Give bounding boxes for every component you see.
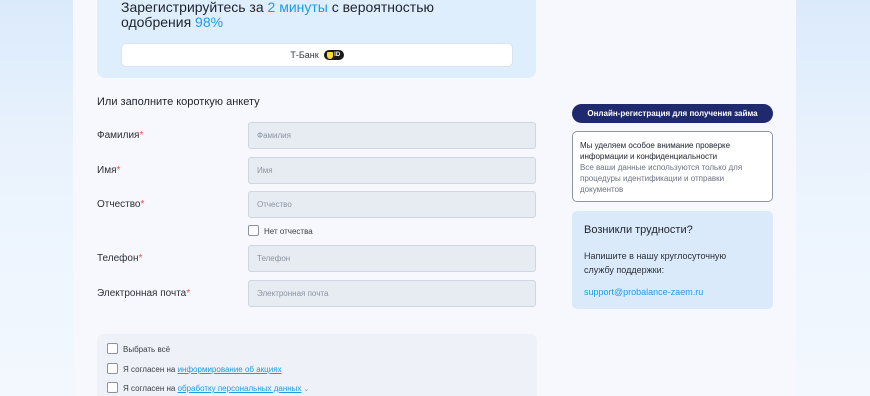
- support-title: Возникли трудности?: [584, 224, 693, 236]
- tbank-id-icon: ID: [323, 50, 344, 60]
- select-all-checkbox[interactable]: [107, 343, 118, 354]
- email-label: Электронная почта*: [97, 288, 190, 299]
- required-mark: *: [139, 130, 144, 141]
- surname-label: Фамилия*: [97, 130, 143, 141]
- support-email-link[interactable]: support@probalance-zaem.ru: [584, 287, 761, 297]
- patronymic-label: Отчество*: [97, 199, 144, 210]
- page: Зарегистрируйтесь за 2 минуты с вероятно…: [73, 0, 796, 396]
- tbank-banner: Зарегистрируйтесь за 2 минуты с вероятно…: [97, 0, 536, 78]
- banner-title-text-2: с вероятностью: [327, 0, 434, 15]
- surname-input[interactable]: Фамилия: [248, 122, 536, 149]
- name-label: Имя*: [97, 165, 120, 176]
- form-heading: Или заполните короткую анкету: [97, 96, 260, 108]
- no-patronymic-label: Нет отчества: [264, 227, 313, 236]
- name-label-text: Имя: [97, 165, 117, 176]
- consent-promotions-label: Я согласен на информирование об акциях: [123, 365, 282, 374]
- banner-title: Зарегистрируйтесь за 2 минуты с вероятно…: [121, 0, 541, 30]
- surname-placeholder: Фамилия: [257, 131, 291, 140]
- phone-label-text: Телефон: [97, 253, 139, 264]
- tbank-label: Т-Банк: [290, 50, 319, 60]
- banner-title-percent: 98%: [195, 14, 224, 30]
- select-all-label: Выбрать всё: [123, 345, 171, 354]
- tbank-shield-icon: [327, 51, 334, 59]
- support-text: Напишите в нашу круглосуточную службу по…: [584, 251, 727, 275]
- phone-input[interactable]: Телефон: [248, 245, 536, 272]
- consent-promotions-link[interactable]: информирование об акциях: [178, 365, 282, 374]
- online-registration-button[interactable]: Онлайн-регистрация для получения займа: [572, 104, 773, 123]
- consent-personal-data-label: Я согласен на обработку персональных дан…: [123, 384, 309, 393]
- surname-label-text: Фамилия: [97, 130, 140, 141]
- consent-promotions-prefix: Я согласен на: [123, 365, 178, 374]
- name-placeholder: Имя: [257, 166, 273, 175]
- consent-personal-data-link[interactable]: обработку персональных данных: [178, 384, 302, 393]
- tbank-id-badge-text: ID: [334, 52, 341, 58]
- banner-title-text: Зарегистрируйтесь за: [121, 0, 268, 15]
- name-input[interactable]: Имя: [248, 157, 536, 184]
- support-box: Возникли трудности? Напишите в нашу круг…: [572, 211, 773, 309]
- email-input[interactable]: Электронная почта: [248, 280, 536, 307]
- required-mark: *: [116, 165, 121, 176]
- consent-promotions-checkbox[interactable]: [107, 363, 118, 374]
- required-mark: *: [186, 288, 191, 299]
- consent-personal-data-checkbox[interactable]: [107, 382, 118, 393]
- required-mark: *: [138, 253, 143, 264]
- privacy-notice: Мы уделяем особое внимание проверке инфо…: [572, 131, 773, 202]
- consent-section: Выбрать всё Я согласен на информирование…: [97, 334, 537, 396]
- no-patronymic-checkbox[interactable]: [248, 225, 259, 236]
- phone-label: Телефон*: [97, 253, 142, 264]
- banner-title-text-3: одобрения: [121, 14, 196, 30]
- phone-placeholder: Телефон: [257, 254, 291, 263]
- email-placeholder: Электронная почта: [257, 289, 329, 298]
- chevron-down-icon[interactable]: ⌄: [303, 386, 309, 393]
- consent-personal-data-prefix: Я согласен на: [123, 384, 178, 393]
- banner-title-time: 2 минуты: [267, 0, 328, 15]
- privacy-text: Все ваши данные используются только для …: [580, 163, 743, 194]
- patronymic-input[interactable]: Отчество: [248, 191, 536, 218]
- email-label-text: Электронная почта: [97, 288, 187, 299]
- required-mark: *: [140, 199, 145, 210]
- tbank-id-button[interactable]: Т-Банк ID: [121, 43, 513, 67]
- patronymic-label-text: Отчество: [97, 199, 141, 210]
- patronymic-placeholder: Отчество: [257, 200, 292, 209]
- privacy-title: Мы уделяем особое внимание проверке инфо…: [580, 141, 731, 161]
